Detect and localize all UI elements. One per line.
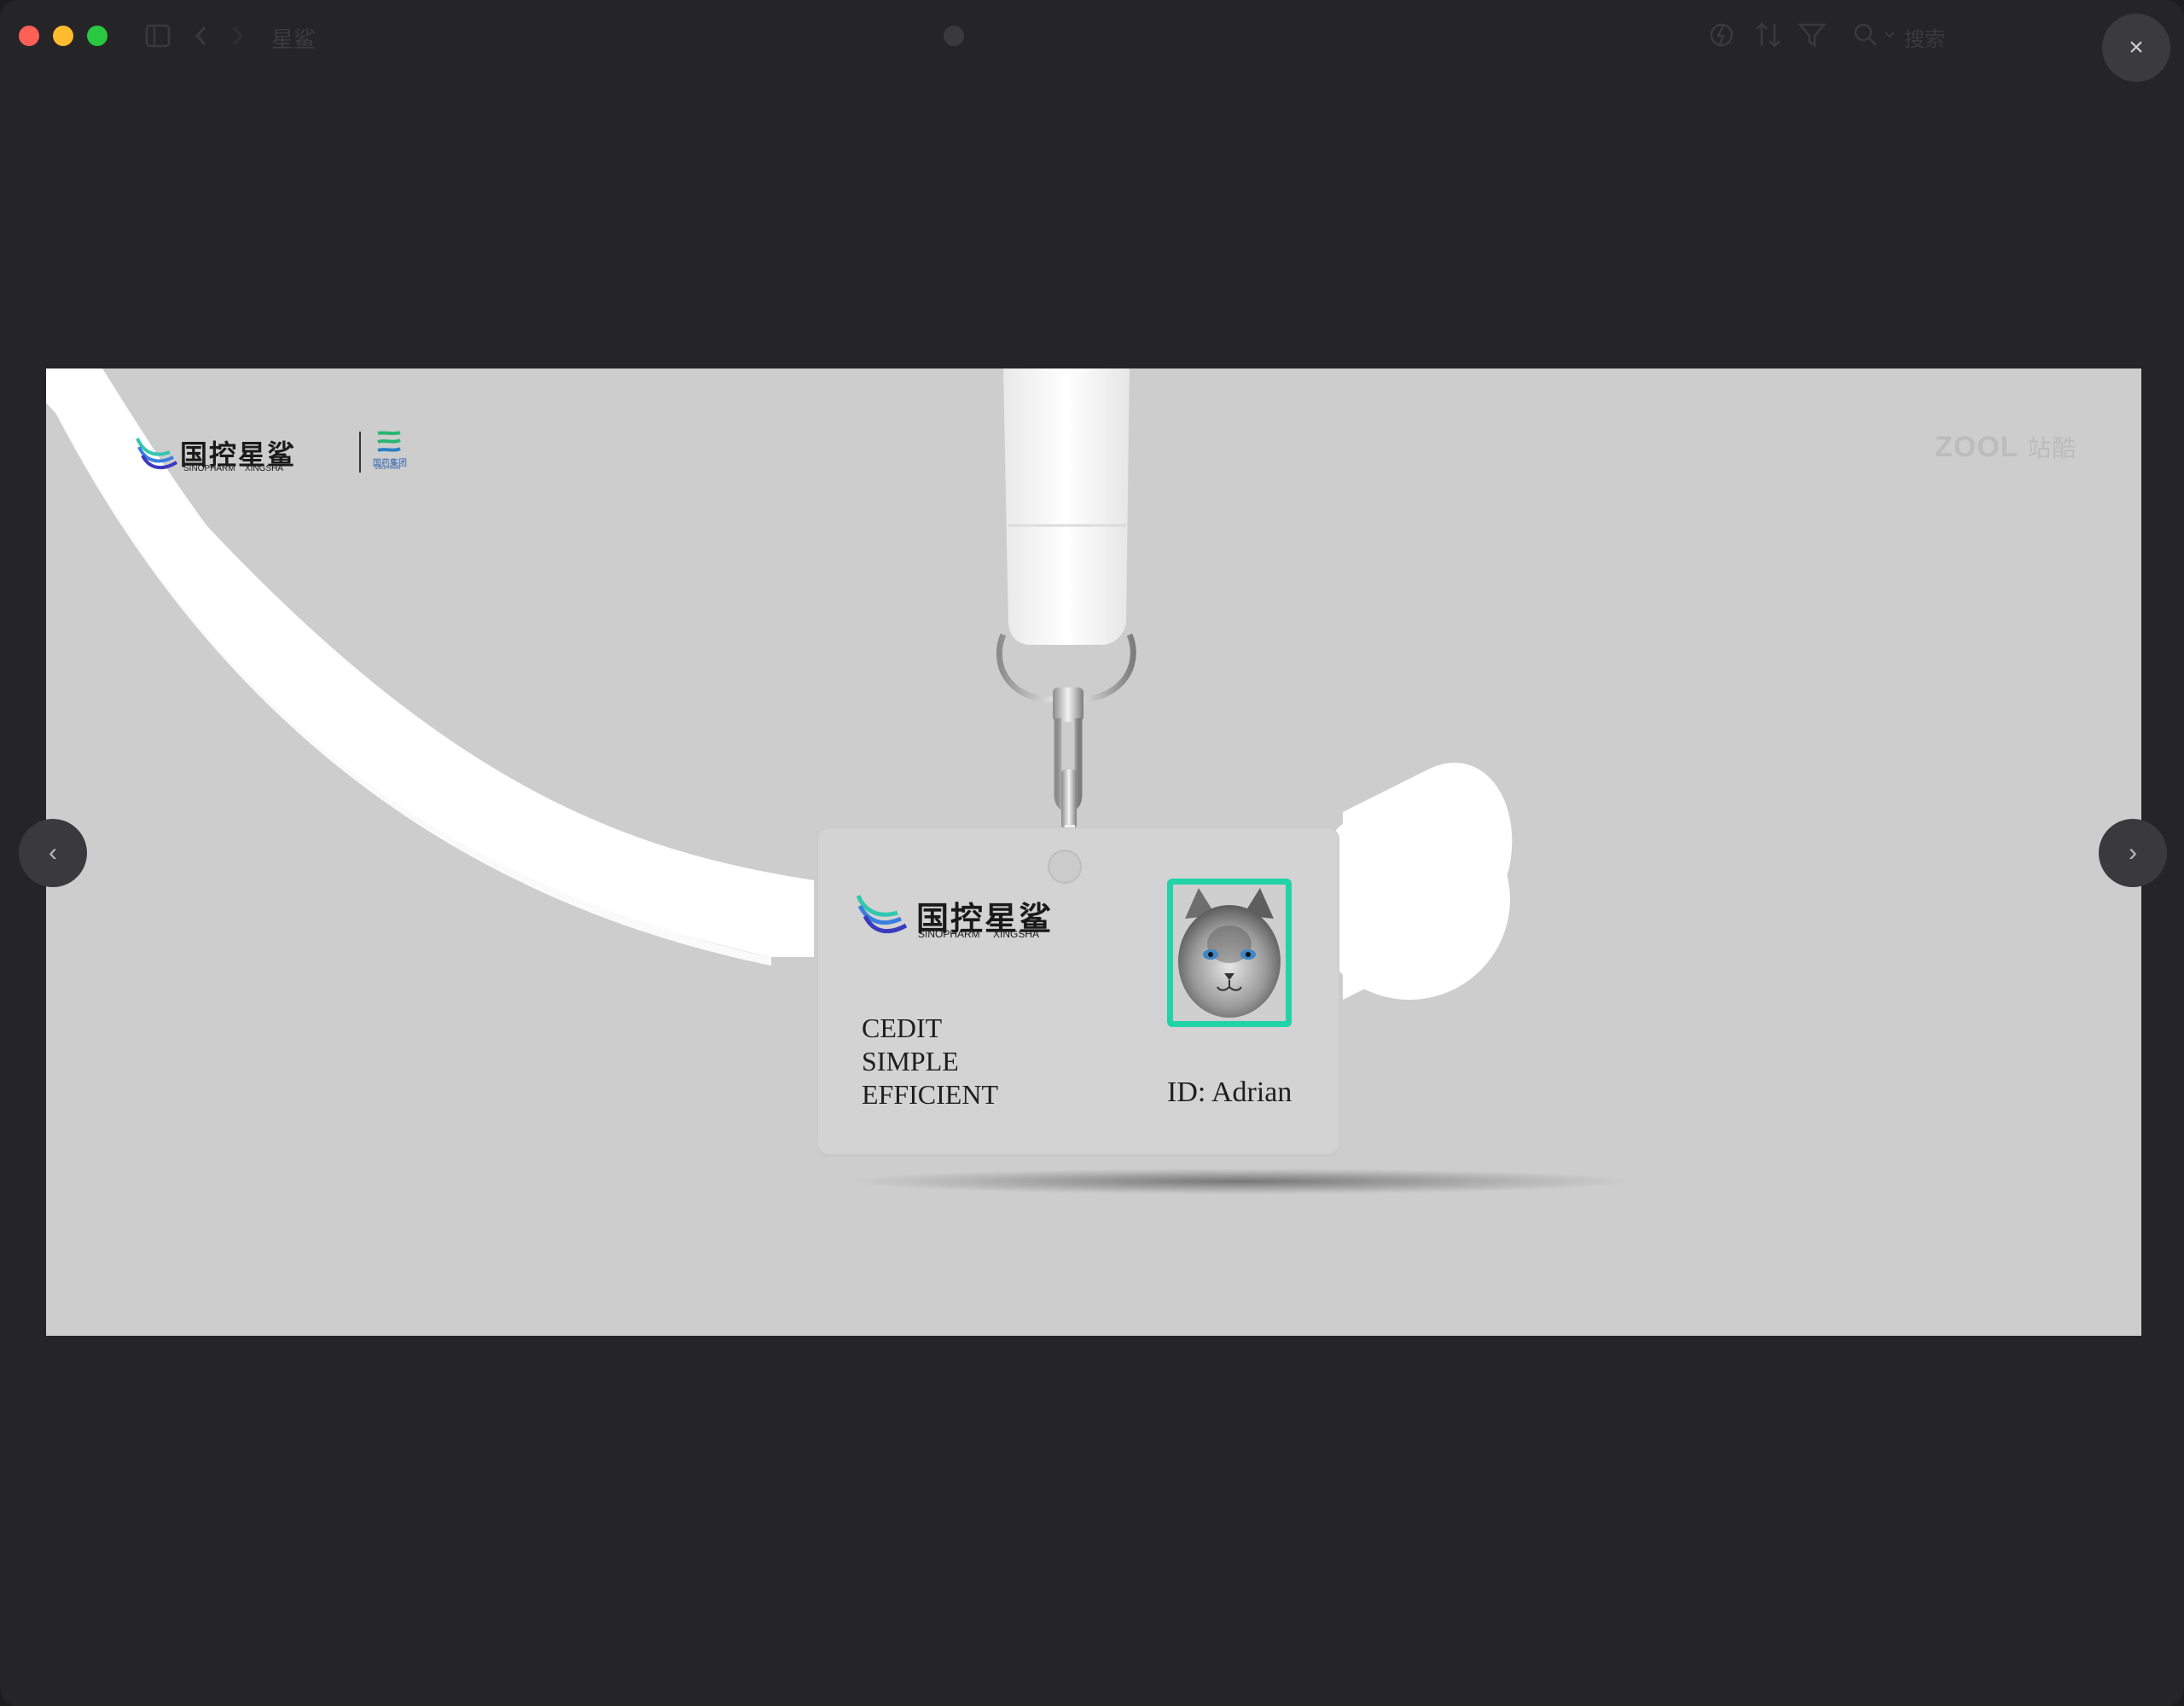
- preview-image: 国控星鲨 SINOPHARM XINGSHA 国药集团 SINOPHARM ZO…: [46, 368, 2141, 1336]
- watermark: ZOOL 站酷: [1935, 430, 2077, 464]
- cat-photo-icon: [1173, 885, 1286, 1021]
- sort-icon[interactable]: [1754, 20, 1783, 49]
- zoom-window-button[interactable]: [87, 26, 107, 46]
- header-logo-en-right: XINGSHA: [245, 464, 284, 473]
- minimize-window-button[interactable]: [53, 26, 73, 46]
- viewer-window: 星鲨 搜索 × 国控星鲨 SINOPHARM XINGSHA 国药集团 SINO…: [0, 0, 2184, 1706]
- close-window-button[interactable]: [19, 26, 39, 46]
- logo-divider: [359, 432, 361, 473]
- badge-photo: [1167, 879, 1292, 1027]
- next-image-button[interactable]: ›: [2099, 819, 2167, 887]
- id-badge: 国控星鲨 SINOPHARM XINGSHA CEDIT SIMPLE EFFI…: [817, 827, 1339, 1155]
- filter-icon[interactable]: [1798, 22, 1826, 48]
- watermark-latin: ZOOL: [1935, 431, 2018, 463]
- status-dot: [944, 26, 964, 46]
- chevron-down-icon[interactable]: [1884, 31, 1896, 39]
- wave-logo-icon: [857, 894, 908, 934]
- badge-tagline: CEDIT SIMPLE EFFICIENT: [862, 1012, 998, 1111]
- wave-logo-icon: [136, 438, 178, 470]
- sidebar-toggle-icon[interactable]: [145, 24, 171, 48]
- badge-id: ID: Adrian: [1167, 1076, 1292, 1108]
- partner-logo-icon: [377, 431, 401, 452]
- previous-image-button[interactable]: ‹: [19, 819, 87, 887]
- window-title: 星鲨: [271, 26, 317, 52]
- badge-line: EFFICIENT: [862, 1079, 998, 1110]
- lanyard-icon: [996, 368, 1136, 846]
- badge-line: SIMPLE: [862, 1046, 959, 1076]
- badge-logo-en-left: SINOPHARM: [918, 928, 980, 940]
- search-input[interactable]: 搜索: [1904, 22, 1945, 52]
- title-bar: 星鲨 搜索: [0, 0, 2184, 72]
- header-logo-en-left: SINOPHARM: [183, 464, 235, 473]
- badge-line: CEDIT: [862, 1013, 943, 1043]
- badge-shadow: [857, 1169, 1624, 1194]
- close-viewer-button[interactable]: ×: [2102, 14, 2170, 82]
- badge-logo-en-right: XINGSHA: [993, 928, 1040, 940]
- partner-logo-en: SINOPHARM: [375, 466, 401, 471]
- forward-icon[interactable]: [229, 24, 246, 48]
- lightning-icon[interactable]: [1710, 20, 1734, 49]
- search-icon[interactable]: [1853, 22, 1879, 48]
- badge-hole: [1048, 850, 1082, 884]
- back-icon[interactable]: [193, 24, 210, 48]
- watermark-chinese: 站酷: [2027, 435, 2077, 461]
